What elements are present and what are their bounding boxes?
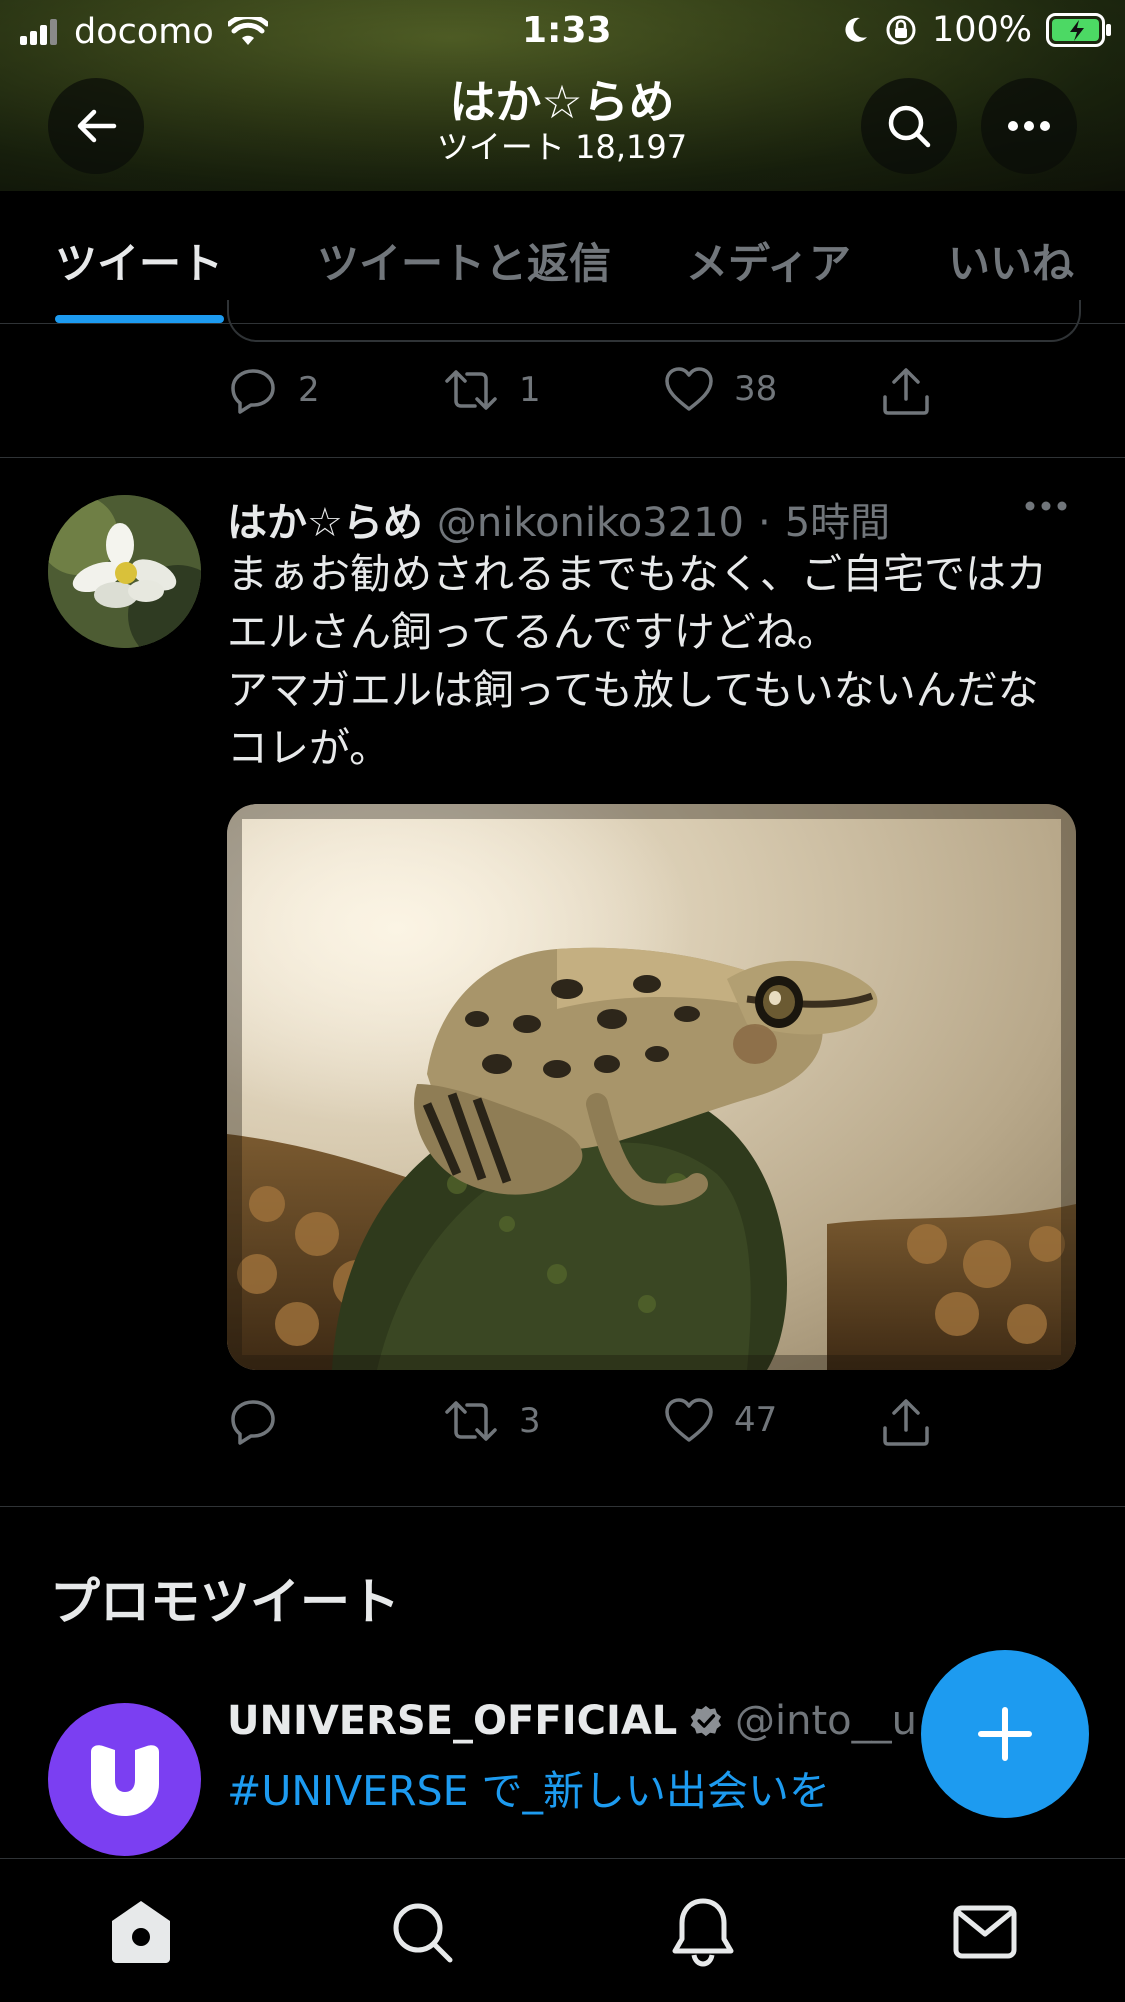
like-button[interactable]: 47 [664, 1396, 777, 1444]
promo-avatar[interactable] [48, 1703, 201, 1856]
like-count: 47 [734, 1400, 778, 1440]
quoted-card-bottom [227, 300, 1081, 342]
tweet-time: 5時間 [784, 500, 891, 546]
promo-hashtag[interactable]: #UNIVERSE [227, 1767, 469, 1815]
battery-percent: 100% [932, 10, 1033, 50]
more-icon [1025, 501, 1067, 511]
carrier-label: docomo [74, 12, 214, 52]
orientation-lock-icon [886, 15, 916, 45]
nav-messages[interactable] [950, 1897, 1020, 1967]
retweet-icon [445, 1401, 497, 1441]
retweet-button[interactable]: 3 [443, 1396, 541, 1446]
search-icon [888, 105, 931, 148]
wifi-icon [227, 17, 268, 45]
status-bar-left: docomo [20, 12, 268, 52]
search-button[interactable] [861, 78, 957, 174]
prev-reply-count: 2 [298, 370, 320, 410]
nav-notifications[interactable] [668, 1897, 738, 1967]
home-icon [112, 1901, 170, 1963]
share-icon [883, 368, 929, 415]
prev-like-count: 38 [734, 369, 778, 409]
signal-icon [20, 19, 57, 45]
nav-home[interactable] [106, 1897, 176, 1967]
tweet-photo[interactable] [227, 804, 1076, 1370]
reply-icon [231, 1400, 275, 1445]
promo-header: UNIVERSE_OFFICIAL @into__u [227, 1698, 917, 1744]
tweet-divider [0, 1506, 1125, 1507]
search-icon [393, 1903, 453, 1963]
like-icon [665, 367, 713, 411]
status-bar-right: 100% [840, 10, 1112, 50]
tweet-text-line: コレが。 [227, 724, 391, 772]
bottom-nav [0, 1858, 1125, 2002]
author-name[interactable]: はか☆らめ [227, 490, 423, 548]
tweet-text-line: まぁお勧めされるまでもなく、ご自宅ではカ [227, 550, 1047, 598]
like-icon [665, 1398, 713, 1442]
avatar[interactable] [48, 495, 201, 648]
frog-photo-image [227, 804, 1076, 1370]
messages-icon [953, 1905, 1017, 1959]
prev-retweet-count: 1 [519, 370, 541, 410]
prev-share-button[interactable] [880, 365, 932, 417]
universe-logo-icon [90, 1744, 159, 1816]
tab-likes[interactable]: いいね [948, 230, 1074, 291]
promo-author-name[interactable]: UNIVERSE_OFFICIAL [227, 1698, 677, 1744]
prev-reply-button[interactable]: 2 [228, 365, 320, 415]
tweet-divider [0, 457, 1125, 458]
promo-text-body: で_新しい出会いを [468, 1767, 831, 1815]
moon-icon [845, 17, 867, 42]
tab-tweets[interactable]: ツイート [55, 230, 223, 291]
promo-author-handle[interactable]: @into__u [735, 1698, 917, 1744]
compose-button[interactable] [921, 1650, 1089, 1818]
promoted-heading: プロモツイート [50, 1573, 400, 1631]
clock: 1:33 [522, 10, 612, 51]
back-button[interactable] [48, 78, 144, 174]
tweet-text: まぁお勧めされるまでもなく、ご自宅ではカ エルさん飼ってるんですけどね。 アマガ… [227, 545, 1087, 777]
more-icon [1008, 121, 1050, 131]
notifications-icon [672, 1898, 734, 1967]
tweet-header: はか☆らめ @nikoniko3210 · 5時間 [227, 490, 890, 548]
retweet-count: 3 [519, 1401, 541, 1441]
author-handle[interactable]: @nikoniko3210 [437, 500, 744, 546]
verified-icon [690, 1705, 722, 1737]
separator-dot: · [758, 500, 771, 546]
flower-avatar-image [48, 495, 201, 648]
tweet-count: ツイート 18,197 [436, 128, 688, 166]
active-tab-indicator [55, 315, 224, 323]
nav-search[interactable] [387, 1897, 457, 1967]
tab-tweets-replies[interactable]: ツイートと返信 [317, 230, 611, 291]
prev-like-button[interactable]: 38 [664, 365, 777, 413]
back-arrow-icon [77, 109, 117, 143]
more-options-button[interactable] [981, 78, 1077, 174]
compose-icon [978, 1707, 1032, 1761]
tweet-more-button[interactable] [1024, 497, 1068, 516]
tweet-text-line: アマガエルは飼っても放してもいないんだな [227, 666, 1039, 714]
promo-text: #UNIVERSE で_新しい出会いを [227, 1757, 830, 1817]
share-button[interactable] [880, 1396, 932, 1448]
share-icon [883, 1399, 929, 1446]
reply-button[interactable] [228, 1396, 298, 1446]
retweet-icon [445, 370, 497, 410]
tab-media[interactable]: メディア [686, 230, 851, 291]
prev-retweet-button[interactable]: 1 [443, 365, 541, 415]
battery-icon [1046, 13, 1112, 47]
reply-icon [231, 369, 275, 414]
tweet-text-line: エルさん飼ってるんですけどね。 [227, 608, 838, 656]
